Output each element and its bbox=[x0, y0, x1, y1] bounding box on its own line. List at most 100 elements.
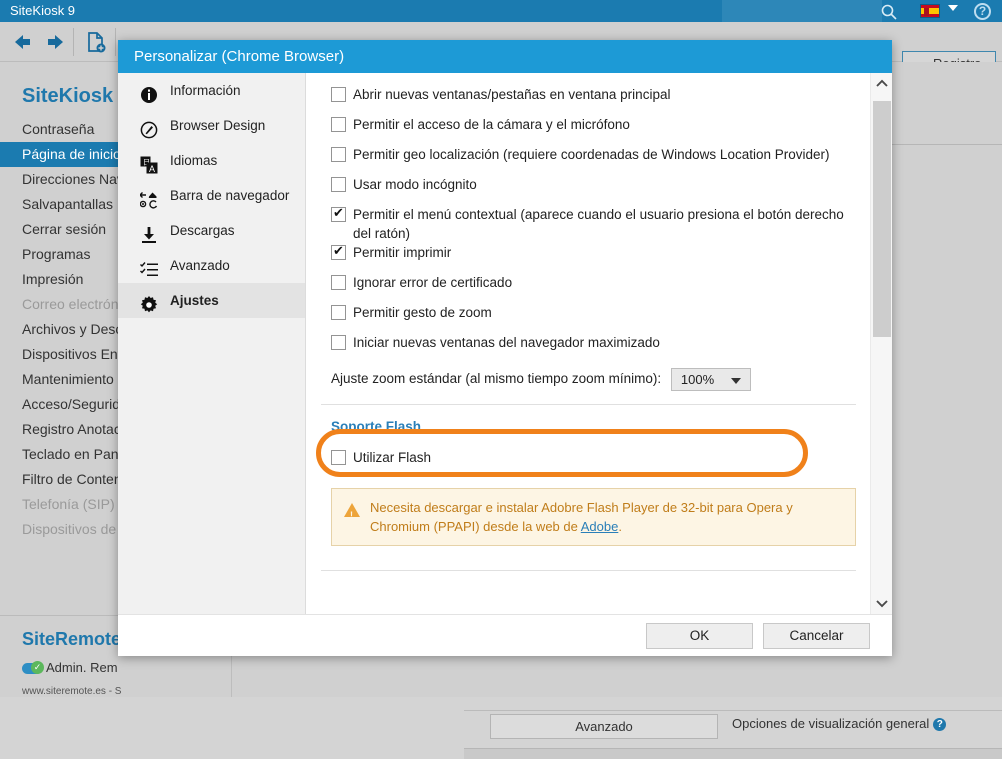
setting-checkbox-row[interactable]: Permitir imprimir bbox=[307, 243, 870, 273]
dialog-nav-item[interactable]: 日A Idiomas bbox=[118, 143, 305, 178]
ok-button-label: OK bbox=[690, 628, 710, 643]
siteremote-brand: SiteRemote bbox=[22, 629, 121, 650]
ok-button[interactable]: OK bbox=[646, 623, 753, 649]
check-circle-icon: ✓ bbox=[31, 661, 44, 674]
setting-checkbox-row[interactable]: Permitir el menú contextual (aparece cua… bbox=[307, 205, 870, 243]
dialog-nav-item-label: Información bbox=[170, 83, 241, 98]
advanced-list-icon bbox=[140, 257, 158, 275]
window-title-bar: SiteKiosk 9 ? bbox=[0, 0, 1002, 22]
dialog-nav-item-label: Ajustes bbox=[170, 293, 219, 308]
dialog-title-bar: Personalizar (Chrome Browser) bbox=[118, 40, 892, 73]
setting-checkbox-label: Permitir geo localización (requiere coor… bbox=[353, 147, 830, 162]
dialog-nav-item-label: Barra de navegador bbox=[170, 188, 289, 203]
back-arrow-icon[interactable] bbox=[10, 31, 34, 53]
dialog-nav-item-label: Descargas bbox=[170, 223, 235, 238]
setting-checkbox[interactable] bbox=[331, 117, 346, 132]
global-search-input[interactable] bbox=[722, 0, 882, 22]
download-icon bbox=[140, 222, 158, 240]
remote-admin-label: Admin. Rem bbox=[46, 660, 118, 675]
language-icon: 日A bbox=[140, 152, 158, 170]
flash-warning-box: Necesita descargar e instalar Adobre Fla… bbox=[331, 488, 856, 546]
chevron-down-icon[interactable] bbox=[948, 5, 958, 11]
setting-checkbox[interactable] bbox=[331, 207, 346, 222]
search-icon[interactable] bbox=[880, 3, 898, 21]
info-icon bbox=[140, 82, 158, 100]
setting-checkbox-row[interactable]: Permitir el acceso de la cámara y el mic… bbox=[307, 115, 870, 145]
dialog-nav-item-label: Idiomas bbox=[170, 153, 217, 168]
flash-section-heading: Soporte Flash bbox=[307, 419, 870, 434]
navigation-bar-icon bbox=[140, 187, 158, 205]
zoom-setting-row: Ajuste zoom estándar (al mismo tiempo zo… bbox=[307, 363, 870, 395]
dialog-scroll-area: Abrir nuevas ventanas/pestañas en ventan… bbox=[307, 73, 870, 614]
dialog-nav-item-label: Browser Design bbox=[170, 118, 265, 133]
scrollbar-thumb[interactable] bbox=[873, 101, 891, 337]
setting-checkbox[interactable] bbox=[331, 147, 346, 162]
dialog-nav-item[interactable]: Barra de navegador bbox=[118, 178, 305, 213]
setting-checkbox-label: Ignorar error de certificado bbox=[353, 275, 512, 290]
scroll-down-icon[interactable] bbox=[871, 592, 892, 614]
sitekiosk-brand: SiteKiosk bbox=[22, 85, 113, 108]
app-title: SiteKiosk 9 bbox=[10, 3, 75, 18]
dialog-nav-item-label: Avanzado bbox=[170, 258, 230, 273]
setting-checkbox-row[interactable]: Permitir gesto de zoom bbox=[307, 303, 870, 333]
setting-checkbox[interactable] bbox=[331, 245, 346, 260]
dialog-scrollbar[interactable] bbox=[870, 73, 892, 614]
flash-checkbox-label: Utilizar Flash bbox=[353, 450, 431, 465]
setting-checkbox-label: Permitir gesto de zoom bbox=[353, 305, 492, 320]
setting-checkbox-row[interactable]: Ignorar error de certificado bbox=[307, 273, 870, 303]
setting-checkbox-label: Abrir nuevas ventanas/pestañas en ventan… bbox=[353, 87, 670, 102]
zoom-level-select[interactable]: 100% bbox=[671, 368, 751, 391]
dialog-title: Personalizar (Chrome Browser) bbox=[134, 48, 344, 65]
warning-triangle-icon bbox=[344, 503, 360, 517]
flash-checkbox[interactable] bbox=[331, 450, 346, 465]
dialog-nav-item[interactable]: Browser Design bbox=[118, 108, 305, 143]
setting-checkbox-label: Permitir imprimir bbox=[353, 245, 451, 260]
setting-checkbox-row[interactable]: Usar modo incógnito bbox=[307, 175, 870, 205]
setting-checkbox-row[interactable]: Iniciar nuevas ventanas del navegador ma… bbox=[307, 333, 870, 363]
help-icon[interactable]: ? bbox=[974, 3, 991, 20]
forward-arrow-icon[interactable] bbox=[44, 31, 68, 53]
setting-checkbox-label: Iniciar nuevas ventanas del navegador ma… bbox=[353, 335, 660, 350]
skin-thumbnail-strip: + + bbox=[892, 74, 1002, 136]
dialog-nav-item[interactable]: Ajustes bbox=[118, 283, 305, 318]
siteremote-url[interactable]: www.siteremote.es - S bbox=[22, 686, 121, 697]
gear-icon bbox=[140, 292, 158, 310]
flash-checkbox-row[interactable]: Utilizar Flash bbox=[307, 448, 870, 478]
adobe-link[interactable]: Adobe bbox=[581, 519, 619, 534]
dialog-sidebar: Información Browser Design 日A Idiomas Barra … bbox=[118, 73, 306, 614]
personalizar-dialog: Personalizar (Chrome Browser) Informació… bbox=[118, 40, 892, 656]
setting-checkbox-label: Permitir el menú contextual (aparece cua… bbox=[353, 207, 844, 241]
setting-checkbox-row[interactable]: Abrir nuevas ventanas/pestañas en ventan… bbox=[307, 85, 870, 115]
cancel-button-label: Cancelar bbox=[789, 628, 843, 643]
avanzado-button[interactable]: Avanzado bbox=[490, 714, 718, 739]
dialog-nav-item[interactable]: Descargas bbox=[118, 213, 305, 248]
svg-text:A: A bbox=[149, 164, 155, 174]
avanzado-button-label: Avanzado bbox=[575, 719, 633, 734]
checkbox-list: Abrir nuevas ventanas/pestañas en ventan… bbox=[307, 73, 870, 363]
setting-checkbox[interactable] bbox=[331, 275, 346, 290]
dialog-body: Abrir nuevas ventanas/pestañas en ventan… bbox=[307, 73, 892, 614]
setting-checkbox-row[interactable]: Permitir geo localización (requiere coor… bbox=[307, 145, 870, 175]
cancel-button[interactable]: Cancelar bbox=[763, 623, 870, 649]
zoom-level-value: 100% bbox=[681, 372, 714, 387]
setting-checkbox[interactable] bbox=[331, 177, 346, 192]
help-badge-icon[interactable]: ? bbox=[933, 718, 946, 731]
scroll-up-icon[interactable] bbox=[871, 73, 892, 95]
setting-checkbox-label: Permitir el acceso de la cámara y el mic… bbox=[353, 117, 630, 132]
flash-warning-period: . bbox=[618, 519, 622, 534]
spain-flag-icon[interactable] bbox=[920, 4, 940, 18]
setting-checkbox[interactable] bbox=[331, 87, 346, 102]
setting-checkbox[interactable] bbox=[331, 305, 346, 320]
new-document-icon[interactable] bbox=[84, 31, 108, 53]
display-options-label: Opciones de visualización general? bbox=[732, 716, 946, 731]
dialog-nav-item[interactable]: Avanzado bbox=[118, 248, 305, 283]
remote-admin-row[interactable]: ✓ Admin. Rem bbox=[22, 660, 118, 675]
design-pen-icon bbox=[140, 117, 158, 135]
setting-checkbox-label: Usar modo incógnito bbox=[353, 177, 477, 192]
dialog-nav-item[interactable]: Información bbox=[118, 73, 305, 108]
chevron-down-icon bbox=[731, 378, 741, 384]
setting-checkbox[interactable] bbox=[331, 335, 346, 350]
zoom-setting-label: Ajuste zoom estándar (al mismo tiempo zo… bbox=[331, 371, 661, 386]
dialog-footer: OK Cancelar bbox=[118, 614, 892, 656]
status-strip bbox=[464, 748, 1002, 759]
